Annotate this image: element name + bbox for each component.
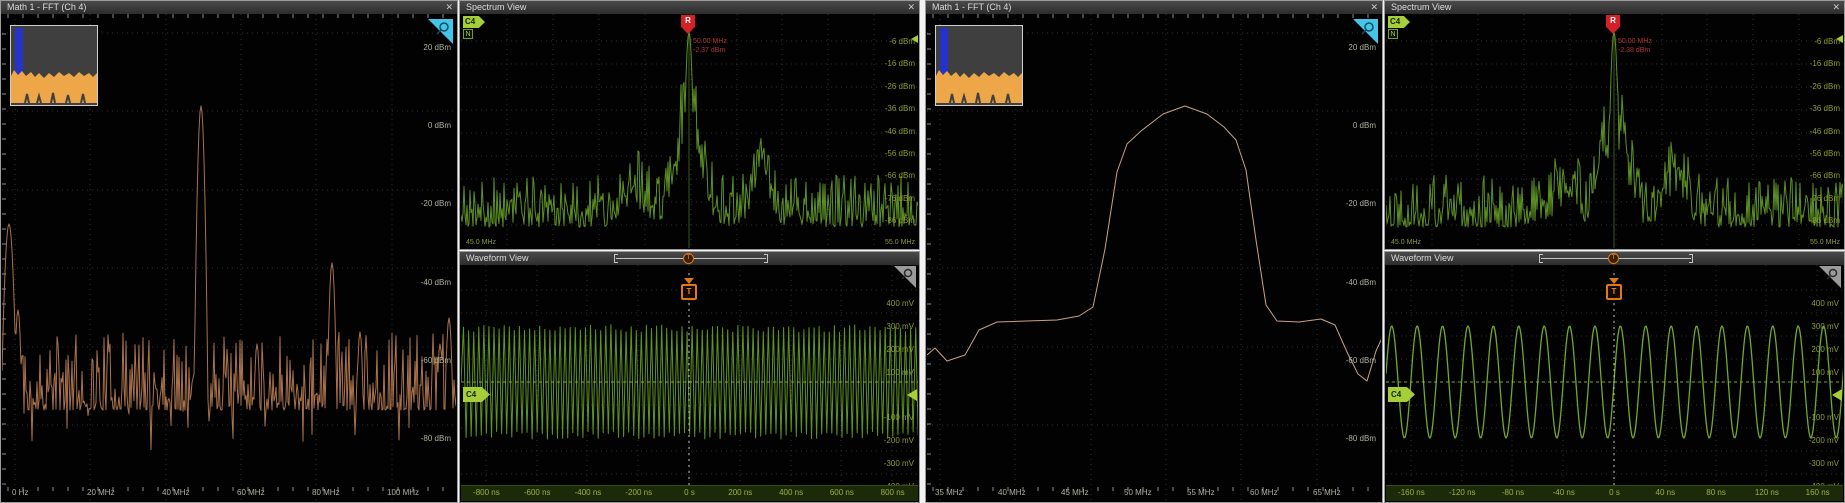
waveform-titlebar[interactable]: Waveform View T: [1385, 252, 1844, 265]
magnifier-icon[interactable]: [1818, 265, 1842, 289]
channel-badge[interactable]: C4: [463, 16, 485, 28]
waveform-x-axis-label: 120 ns: [1741, 486, 1792, 501]
trace-mode-badge[interactable]: N: [1388, 29, 1398, 39]
waveform-x-axis-label: 40 ns: [1640, 486, 1691, 501]
waveform-plot: T C4 400 mV300 mV200 mV100 mV-100 mV-200…: [1386, 265, 1843, 485]
waveform-x-axis-label: -80 ns: [1488, 486, 1539, 501]
waveform-time-axis: -160 ns-120 ns-80 ns-40 ns0 s40 ns80 ns1…: [1386, 485, 1843, 501]
fft-titlebar[interactable]: Math 1 - FFT (Ch 4) ✕: [1, 1, 457, 14]
waveform-x-axis-label: -400 ns: [563, 486, 614, 501]
spectrum-close-button[interactable]: ✕: [907, 1, 915, 14]
waveform-title: Waveform View: [1391, 253, 1454, 263]
display-group-1: Math 1 - FFT (Ch 4) ✕: [0, 0, 920, 503]
spectrum-plot-area[interactable]: [461, 14, 918, 248]
slider-trigger-knob[interactable]: T: [683, 253, 694, 264]
spectrum-plot: [1386, 14, 1843, 248]
spectrum-plot-area[interactable]: [1386, 14, 1843, 248]
trace-mode-badge[interactable]: N: [463, 29, 473, 39]
spectrum-close-button[interactable]: ✕: [1832, 1, 1840, 14]
display-group-2: Math 1 - FFT (Ch 4) ✕: [925, 0, 1845, 503]
fft-close-button[interactable]: ✕: [445, 1, 453, 14]
trigger-indicator-flag[interactable]: T: [1606, 278, 1622, 300]
trigger-indicator-flag[interactable]: T: [681, 278, 697, 300]
reference-level-arrow[interactable]: [1836, 35, 1843, 43]
waveform-x-axis-label: 200 ns: [715, 486, 766, 501]
zoom-window-slider[interactable]: T: [614, 254, 768, 263]
slider-left-bracket[interactable]: [1539, 254, 1543, 263]
slider-right-bracket[interactable]: [1689, 254, 1693, 263]
reference-level-arrow[interactable]: [911, 35, 918, 43]
waveform-x-axis-label: 0 s: [1589, 486, 1640, 501]
spectrum-stop-frequency: 55.0 MHz: [1810, 239, 1840, 246]
spectrum-channel-badge[interactable]: C4 N: [1388, 16, 1412, 39]
magnifier-icon[interactable]: [1352, 18, 1379, 45]
waveform-x-axis-label: 600 ns: [816, 486, 867, 501]
oscilloscope-screen: Math 1 - FFT (Ch 4) ✕: [0, 0, 1845, 503]
zoom-window-slider[interactable]: T: [1539, 254, 1693, 263]
waveform-x-axis-label: -800 ns: [461, 486, 512, 501]
fft-plot: 20 dBm0 dBm-20 dBm-40 dBm-60 dBm-80 dBm …: [2, 14, 456, 501]
ground-level-arrow[interactable]: [907, 389, 917, 401]
waveform-x-axis-label: 80 ns: [1691, 486, 1742, 501]
waveform-titlebar[interactable]: Waveform View T: [460, 252, 919, 265]
spectrum-view-panel: Spectrum View ✕ C4 N R 50.00 MHz -2.37 d…: [459, 0, 920, 250]
spectrum-view-panel: Spectrum View ✕ C4 N R 50.00 MHz -2.38 d…: [1384, 0, 1845, 250]
waveform-view-panel: Waveform View T T C4: [459, 251, 920, 503]
spectrum-channel-badge[interactable]: C4 N: [463, 16, 487, 39]
spectrum-title: Spectrum View: [1391, 2, 1451, 12]
spectrum-stop-frequency: 55.0 MHz: [885, 239, 915, 246]
waveform-title: Waveform View: [466, 253, 529, 263]
trigger-letter: T: [1606, 284, 1622, 300]
slider-left-bracket[interactable]: [614, 254, 618, 263]
magnifier-icon[interactable]: [427, 18, 454, 45]
fft-close-button[interactable]: ✕: [1370, 1, 1378, 14]
math-fft-panel: Math 1 - FFT (Ch 4) ✕: [925, 0, 1383, 503]
spectrum-titlebar[interactable]: Spectrum View ✕: [460, 1, 919, 14]
waveform-x-axis-label: -40 ns: [1538, 486, 1589, 501]
spectrum-start-frequency: 45.0 MHz: [1391, 239, 1421, 246]
waveform-time-axis: -800 ns-600 ns-400 ns-200 ns0 s200 ns400…: [461, 485, 918, 501]
math-fft-panel: Math 1 - FFT (Ch 4) ✕: [0, 0, 458, 503]
waveform-view-panel: Waveform View T T C4: [1384, 251, 1845, 503]
slider-right-bracket[interactable]: [764, 254, 768, 263]
waveform-x-axis-label: -200 ns: [613, 486, 664, 501]
waveform-x-axis-label: 0 s: [664, 486, 715, 501]
channel-badge[interactable]: C4: [1388, 16, 1410, 28]
waveform-plot: T C4 400 mV300 mV200 mV100 mV-100 mV-200…: [461, 265, 918, 485]
fft-titlebar[interactable]: Math 1 - FFT (Ch 4) ✕: [926, 1, 1382, 14]
fft-title: Math 1 - FFT (Ch 4): [7, 2, 86, 12]
slider-trigger-knob[interactable]: T: [1608, 253, 1619, 264]
waveform-x-axis-label: 800 ns: [867, 486, 918, 501]
spectrum-plot: [461, 14, 918, 248]
spectrum-titlebar[interactable]: Spectrum View ✕: [1385, 1, 1844, 14]
fft-preview-thumbnail[interactable]: [935, 25, 1023, 106]
magnifier-icon[interactable]: [893, 265, 917, 289]
waveform-x-axis-label: -160 ns: [1386, 486, 1437, 501]
fft-plot: 20 dBm0 dBm-20 dBm-40 dBm-60 dBm-80 dBm …: [927, 14, 1381, 501]
fft-title: Math 1 - FFT (Ch 4): [932, 2, 1011, 12]
spectrum-title: Spectrum View: [466, 2, 526, 12]
waveform-x-axis-label: 400 ns: [766, 486, 817, 501]
trigger-letter: T: [681, 284, 697, 300]
spectrum-start-frequency: 45.0 MHz: [466, 239, 496, 246]
waveform-x-axis-label: -120 ns: [1437, 486, 1488, 501]
waveform-x-axis-label: 160 ns: [1792, 486, 1843, 501]
waveform-x-axis-label: -600 ns: [512, 486, 563, 501]
fft-preview-thumbnail[interactable]: [10, 25, 98, 106]
ground-level-arrow[interactable]: [1832, 389, 1842, 401]
